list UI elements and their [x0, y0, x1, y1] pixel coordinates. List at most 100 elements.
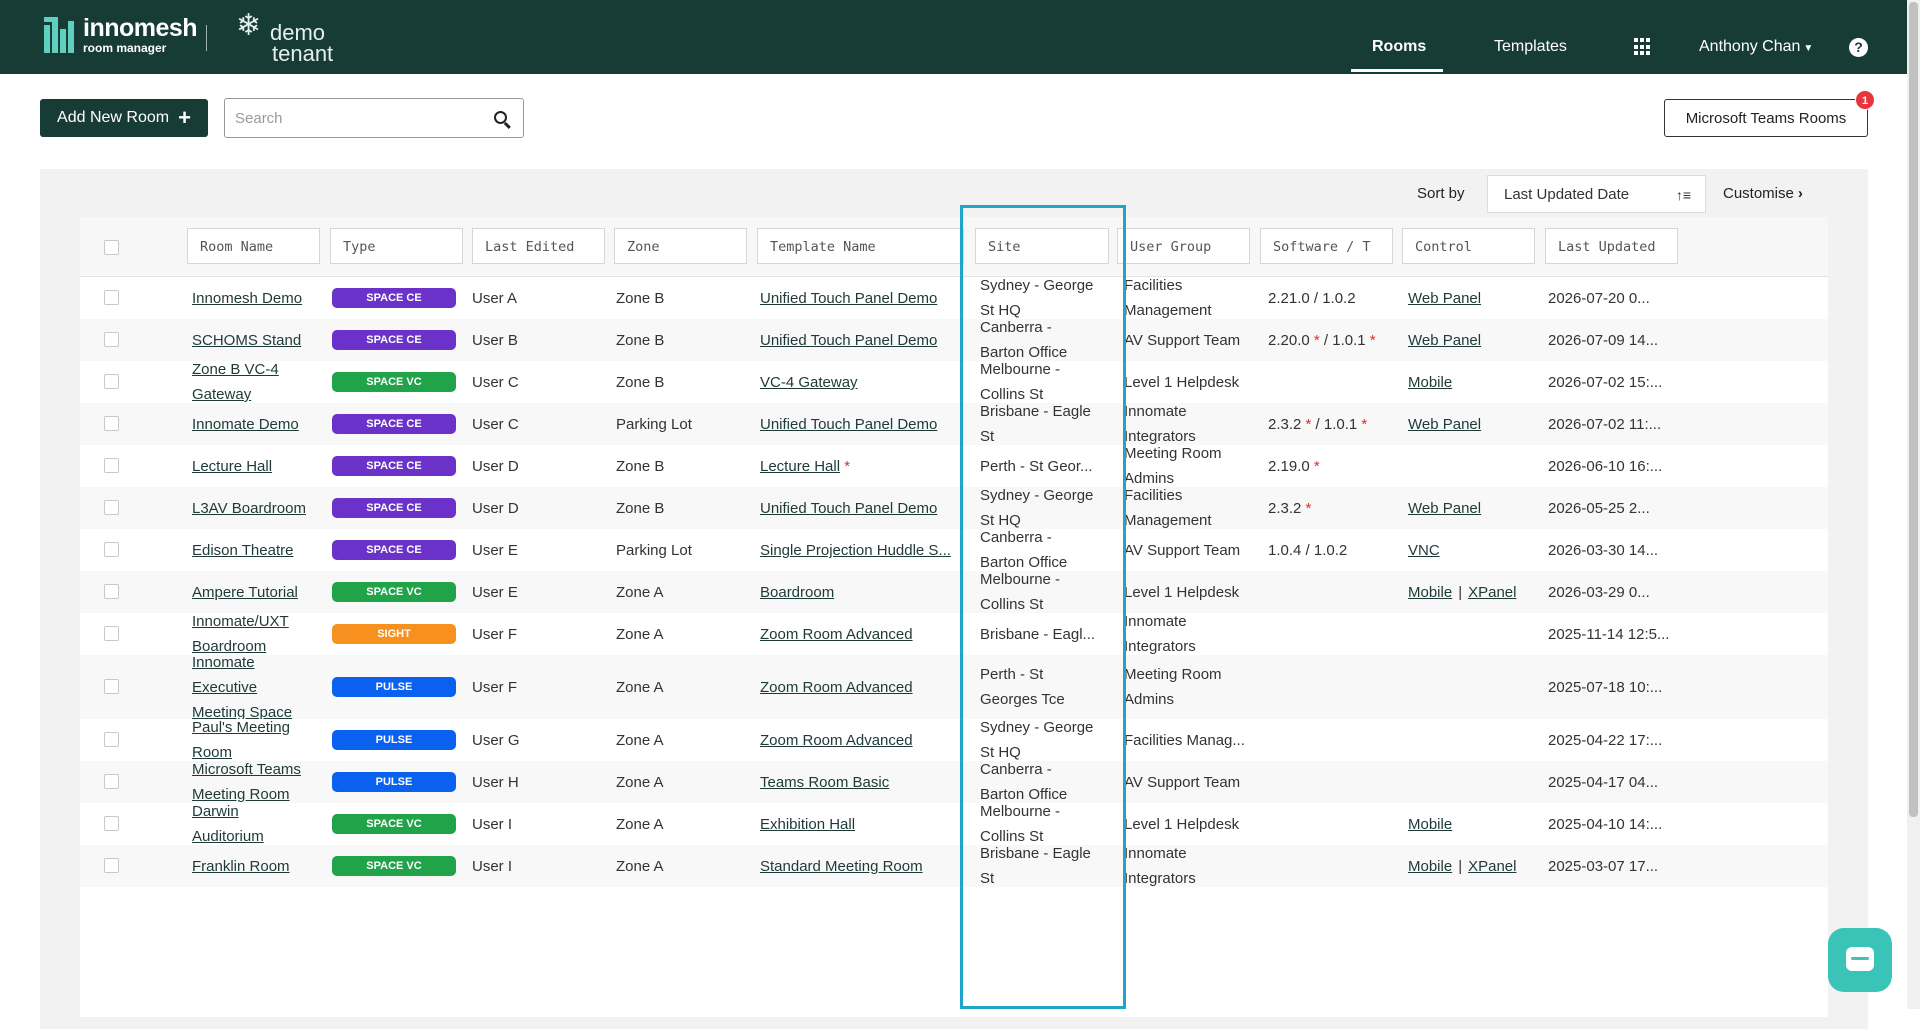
control-link[interactable]: XPanel — [1468, 858, 1516, 875]
template-name-link[interactable]: VC-4 Gateway — [760, 374, 858, 391]
user-group-cell: AV Support Team — [1124, 542, 1241, 559]
control-link[interactable]: Mobile — [1408, 816, 1452, 833]
tenant-name-line2: tenant — [272, 41, 334, 66]
control-separator: | — [1458, 584, 1463, 601]
scrollbar[interactable] — [1907, 0, 1920, 1009]
innomesh-logo[interactable]: innomesh room manager — [44, 16, 198, 54]
help-icon[interactable]: ? — [1849, 38, 1868, 57]
control-link[interactable]: Mobile — [1408, 584, 1452, 601]
filter-site[interactable]: Site — [975, 228, 1109, 264]
row-checkbox[interactable] — [104, 858, 119, 873]
microsoft-teams-rooms-button[interactable]: Microsoft Teams Rooms — [1664, 99, 1868, 137]
room-name-link[interactable]: Innomate/UXT — [192, 609, 289, 634]
filter-type[interactable]: Type — [330, 228, 463, 264]
control-link[interactable]: Web Panel — [1408, 290, 1481, 307]
control-cell: Web Panel — [1408, 412, 1481, 437]
template-name-link[interactable]: Zoom Room Advanced — [760, 679, 913, 696]
search-icon[interactable] — [494, 111, 507, 124]
room-name-link[interactable]: Lecture Hall — [192, 454, 272, 479]
template-name-link[interactable]: Zoom Room Advanced — [760, 732, 913, 749]
customise-button[interactable]: Customise › — [1723, 185, 1803, 202]
room-name-link[interactable]: SCHOMS Stand — [192, 328, 301, 353]
template-name-link[interactable]: Exhibition Hall — [760, 816, 855, 833]
nav-templates[interactable]: Templates — [1494, 38, 1567, 56]
row-checkbox[interactable] — [104, 374, 119, 389]
row-checkbox[interactable] — [104, 732, 119, 747]
row-checkbox[interactable] — [104, 290, 119, 305]
user-menu[interactable]: Anthony Chan ▼ — [1699, 38, 1813, 56]
control-link[interactable]: Web Panel — [1408, 416, 1481, 433]
room-name-link[interactable]: Microsoft Teams — [192, 757, 301, 782]
last-updated-cell: 2025-11-14 12:5... — [1548, 626, 1670, 643]
apps-grid-icon[interactable] — [1634, 38, 1652, 56]
chat-launcher-button[interactable] — [1828, 928, 1892, 992]
room-name-link[interactable]: Darwin — [192, 799, 239, 824]
template-name-link[interactable]: Unified Touch Panel Demo — [760, 500, 937, 517]
row-checkbox[interactable] — [104, 584, 119, 599]
row-checkbox[interactable] — [104, 679, 119, 694]
control-link[interactable]: Mobile — [1408, 374, 1452, 391]
template-cell: Unified Touch Panel Demo — [760, 412, 937, 437]
row-checkbox[interactable] — [104, 774, 119, 789]
control-link[interactable]: Web Panel — [1408, 332, 1481, 349]
filter-room-name[interactable]: Room Name — [187, 228, 320, 264]
add-new-room-button[interactable]: Add New Room + — [40, 99, 208, 137]
template-name-link[interactable]: Single Projection Huddle S... — [760, 542, 951, 559]
filter-user-group[interactable]: User Group — [1117, 228, 1250, 264]
nav-rooms[interactable]: Rooms — [1372, 38, 1426, 56]
user-group-cell: Admins — [1124, 691, 1175, 708]
room-name-link[interactable]: Innomate Demo — [192, 412, 299, 437]
room-name-link[interactable]: Innomesh Demo — [192, 286, 302, 311]
site-cell: Perth - St — [980, 666, 1044, 683]
template-name-link[interactable]: Zoom Room Advanced — [760, 626, 913, 643]
room-name-link[interactable]: Executive — [192, 675, 257, 700]
filter-zone[interactable]: Zone — [614, 228, 747, 264]
template-name-link[interactable]: Standard Meeting Room — [760, 858, 923, 875]
row-checkbox[interactable] — [104, 332, 119, 347]
sort-direction-icon[interactable]: ↑≡ — [1676, 187, 1691, 203]
scrollbar-thumb[interactable] — [1909, 2, 1918, 817]
room-name-link[interactable]: Edison Theatre — [192, 538, 293, 563]
template-cell: Unified Touch Panel Demo — [760, 286, 937, 311]
control-link[interactable]: Web Panel — [1408, 500, 1481, 517]
customise-label: Customise — [1723, 185, 1794, 202]
table-row: Microsoft Teams Meeting Room PULSE User H Zo… — [80, 761, 1828, 803]
filter-template-name[interactable]: Template Name — [757, 228, 964, 264]
template-name-link[interactable]: Teams Room Basic — [760, 774, 889, 791]
template-name-link[interactable]: Lecture Hall — [760, 458, 840, 475]
filter-software[interactable]: Software / T — [1260, 228, 1393, 264]
filter-last-updated[interactable]: Last Updated — [1545, 228, 1678, 264]
rooms-table: Room Name Type Last Edited Zone Template… — [80, 217, 1828, 1017]
site-cell: Canberra - — [980, 319, 1052, 336]
control-link[interactable]: VNC — [1408, 542, 1440, 559]
sort-by-select[interactable]: Last Updated Date ↑≡ — [1487, 175, 1706, 213]
control-link[interactable]: Mobile — [1408, 858, 1452, 875]
row-checkbox[interactable] — [104, 816, 119, 831]
table-row: Ampere Tutorial SPACE VC User E Zone A Board… — [80, 571, 1828, 613]
select-all-checkbox[interactable] — [104, 240, 119, 255]
template-name-link[interactable]: Boardroom — [760, 584, 834, 601]
template-name-link[interactable]: Unified Touch Panel Demo — [760, 332, 937, 349]
room-name-link[interactable]: Innomate — [192, 650, 255, 675]
search-input[interactable] — [235, 100, 485, 136]
room-name-link[interactable]: Franklin Room — [192, 854, 290, 879]
template-name-link[interactable]: Unified Touch Panel Demo — [760, 290, 937, 307]
room-type-badge: SIGHT — [332, 624, 456, 644]
row-checkbox[interactable] — [104, 500, 119, 515]
site-cell: Melbourne - — [980, 361, 1061, 378]
template-cell: Unified Touch Panel Demo — [760, 496, 937, 521]
row-checkbox[interactable] — [104, 542, 119, 557]
control-cell: Web Panel — [1408, 328, 1481, 353]
filter-last-edited[interactable]: Last Edited — [472, 228, 605, 264]
row-checkbox[interactable] — [104, 626, 119, 641]
room-name-link[interactable]: Ampere Tutorial — [192, 580, 298, 605]
room-name-link[interactable]: L3AV Boardroom — [192, 496, 306, 521]
room-type-badge: SPACE CE — [332, 330, 456, 350]
control-link[interactable]: XPanel — [1468, 584, 1516, 601]
row-checkbox[interactable] — [104, 458, 119, 473]
room-name-link[interactable]: Zone B VC-4 — [192, 357, 279, 382]
room-name-link[interactable]: Paul's Meeting — [192, 715, 290, 740]
row-checkbox[interactable] — [104, 416, 119, 431]
template-name-link[interactable]: Unified Touch Panel Demo — [760, 416, 937, 433]
filter-control[interactable]: Control — [1402, 228, 1535, 264]
